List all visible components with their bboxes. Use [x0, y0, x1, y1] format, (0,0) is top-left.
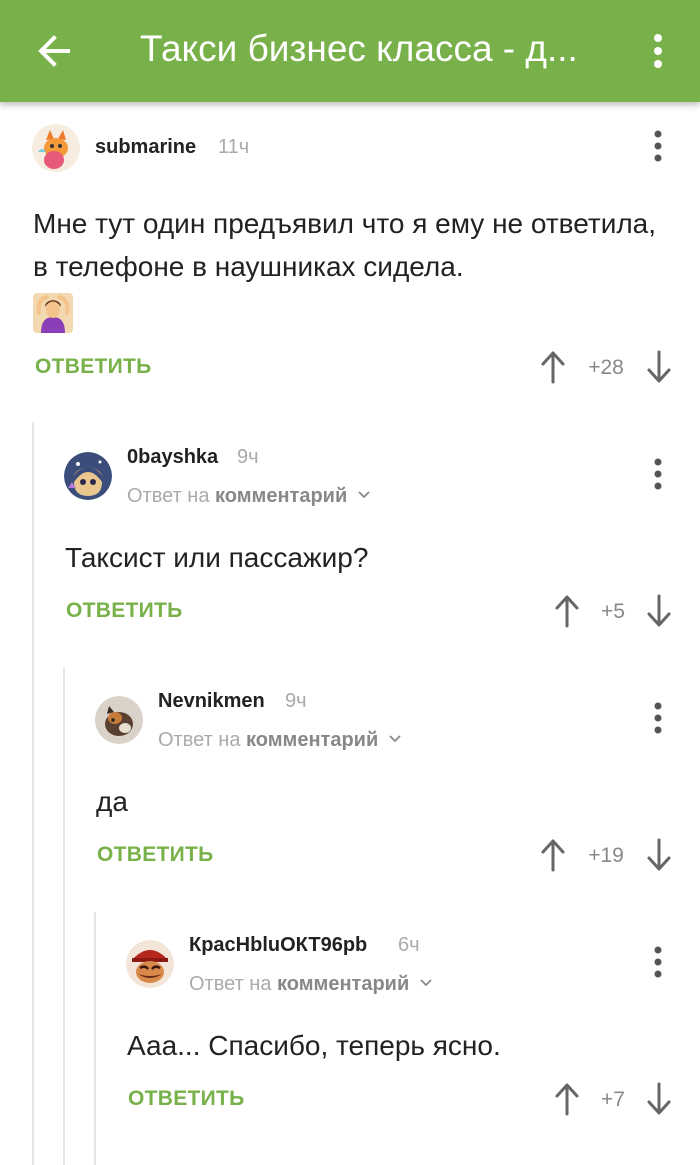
- more-vert-icon[interactable]: [648, 128, 668, 164]
- upvote-icon[interactable]: [540, 838, 566, 872]
- woman-gesturing-ok-emoji: [33, 293, 73, 333]
- thread-line-level-1: [32, 422, 34, 1165]
- avatar[interactable]: [126, 940, 174, 988]
- reply-button[interactable]: ОТВЕТИТЬ: [35, 355, 152, 379]
- comment-time: 6ч: [398, 934, 420, 956]
- reply-to-prefix: Ответ на: [158, 729, 241, 751]
- reply-to-target: комментарий: [215, 485, 348, 507]
- arrow-left-icon[interactable]: [30, 26, 80, 76]
- rating-value: +7: [601, 1088, 625, 1111]
- comment-text: Таксист или пассажир?: [65, 542, 369, 573]
- comment-text: да: [96, 786, 128, 817]
- downvote-icon[interactable]: [646, 838, 672, 872]
- more-vert-icon[interactable]: [648, 700, 668, 736]
- comment-author[interactable]: submarine: [95, 136, 196, 159]
- comment-time: 9ч: [285, 690, 307, 712]
- reply-to-target: комментарий: [246, 729, 379, 751]
- avatar[interactable]: [64, 452, 112, 500]
- downvote-icon[interactable]: [646, 1082, 672, 1116]
- upvote-icon[interactable]: [554, 594, 580, 628]
- rating-value: +19: [588, 844, 624, 867]
- reply-to-prefix: Ответ на: [189, 973, 272, 995]
- chevron-down-icon: [420, 979, 432, 987]
- comment-time: 11ч: [218, 136, 250, 158]
- comment-time: 9ч: [237, 446, 259, 468]
- more-vert-icon[interactable]: [648, 944, 668, 980]
- comment-author[interactable]: 0bayshka: [127, 446, 218, 469]
- upvote-icon[interactable]: [554, 1082, 580, 1116]
- reply-to-link[interactable]: Ответ на комментарий: [158, 729, 402, 752]
- reply-to-link[interactable]: Ответ на комментарий: [189, 973, 433, 996]
- comment-text: Ааа... Спасибо, теперь ясно.: [127, 1030, 501, 1061]
- chevron-down-icon: [358, 491, 370, 499]
- upvote-icon[interactable]: [540, 350, 566, 384]
- page-title: Такси бизнес класса - д...: [140, 28, 578, 69]
- reply-to-prefix: Ответ на: [127, 485, 210, 507]
- rating-value: +28: [588, 356, 624, 379]
- app-bar: Такси бизнес класса - д...: [0, 0, 700, 102]
- rating-value: +5: [601, 600, 625, 623]
- thread-line-level-2: [63, 667, 65, 1165]
- downvote-icon[interactable]: [646, 594, 672, 628]
- comment-text: Мне тут один предъявил что я ему не отве…: [33, 208, 657, 282]
- reply-button[interactable]: ОТВЕТИТЬ: [128, 1087, 245, 1111]
- downvote-icon[interactable]: [646, 350, 672, 384]
- more-vert-icon[interactable]: [648, 456, 668, 492]
- comment-author[interactable]: КрасНbluОКТ96pb: [189, 934, 367, 957]
- reply-to-target: комментарий: [277, 973, 410, 995]
- avatar[interactable]: [32, 124, 80, 172]
- reply-button[interactable]: ОТВЕТИТЬ: [97, 843, 214, 867]
- more-vert-icon[interactable]: [640, 26, 676, 76]
- reply-to-link[interactable]: Ответ на комментарий: [127, 485, 371, 508]
- thread-line-level-3: [94, 912, 96, 1165]
- reply-button[interactable]: ОТВЕТИТЬ: [66, 599, 183, 623]
- comment-author[interactable]: Nevnikmen: [158, 690, 265, 713]
- chevron-down-icon: [389, 735, 401, 743]
- avatar[interactable]: [95, 696, 143, 744]
